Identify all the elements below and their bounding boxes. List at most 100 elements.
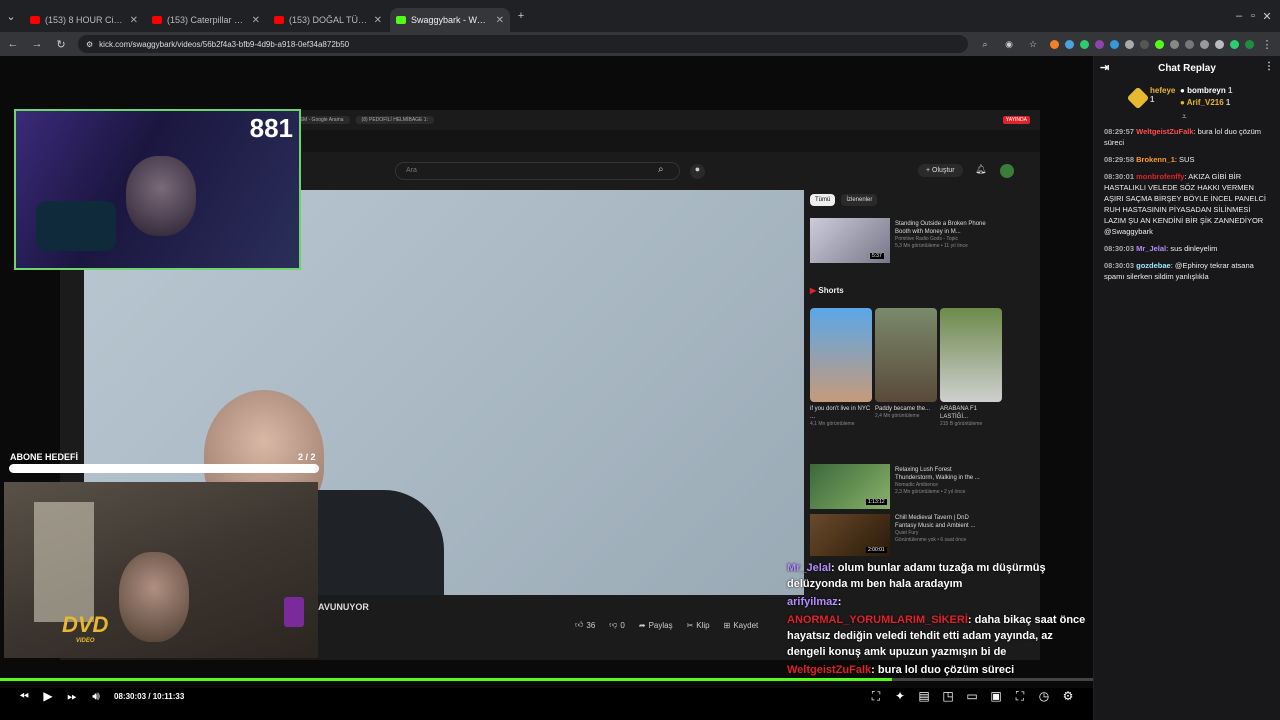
chat-message: 08:29:57 WeltgeistZuFalk: bura lol duo ç…	[1094, 124, 1280, 152]
chat-username[interactable]: Brokenn_1	[1136, 155, 1175, 164]
yt-chips: Tümü İzlenenler	[810, 194, 878, 206]
yt-search-placeholder: Ara	[406, 167, 417, 174]
crop-icon[interactable]: ⛶	[866, 686, 886, 706]
extension-icon[interactable]	[1110, 39, 1119, 49]
extension-icon[interactable]	[1095, 39, 1104, 49]
close-window-button[interactable]: ✕	[1260, 10, 1274, 23]
yt-search-input: Ara	[395, 162, 680, 180]
chat-message: 08:30:01 monbrofenffy: AKIZA GİBİ BİR HA…	[1094, 169, 1280, 241]
chat-username[interactable]: Mr_Jelal	[1136, 244, 1166, 253]
chat-username[interactable]: gozdebae	[1136, 261, 1171, 270]
extension-icon[interactable]	[1185, 39, 1194, 49]
browser-tab-3[interactable]: Swaggybark - Watch the VOD ✕	[390, 8, 510, 32]
yt-search-icon: ⌕	[658, 164, 664, 175]
chat-text: : sus dinleyelim	[1166, 244, 1218, 253]
rec-meta-2: Görüntülenme yok • 6 saat önce	[895, 537, 967, 543]
tab-close-icon[interactable]: ✕	[496, 15, 504, 26]
short-title-1: Paddy became the...	[875, 406, 931, 412]
chat-message: 08:30:03 Mr_Jelal: sus dinleyelim	[1094, 241, 1280, 258]
browser-tab-2[interactable]: (153) DOĞAL TÜRK KÖY SERPM ✕	[268, 8, 388, 32]
theater-icon[interactable]: ▭	[962, 686, 982, 706]
tab-search-icon[interactable]: ⌄	[4, 10, 18, 23]
zoom-icon[interactable]: ⌕	[978, 39, 992, 50]
thumbs-down-icon: 👎︎	[609, 620, 618, 629]
pip-icon[interactable]: ◳	[938, 686, 958, 706]
tab-close-icon[interactable]: ✕	[252, 15, 260, 26]
extension-icon[interactable]	[1170, 39, 1179, 49]
overlay-chat-user: WeltgeistZuFalk	[787, 664, 872, 676]
speed-icon[interactable]: ◷	[1034, 686, 1054, 706]
tab-close-icon[interactable]: ✕	[130, 15, 138, 26]
back-button[interactable]: ←	[6, 38, 20, 50]
shorts-heading: ▶ Shorts	[810, 286, 844, 295]
gifter-2: ● Arif_V216 1	[1180, 98, 1231, 107]
short-title-0: if you don't live in NYC ...	[810, 406, 871, 420]
save-icon: ⊞	[723, 620, 731, 630]
extension-icon[interactable]	[1065, 39, 1074, 49]
overlay-chat-line: arifyilmaz:	[787, 594, 1092, 610]
video-caption: AVUNUYOR	[318, 602, 369, 612]
tab-close-icon[interactable]: ✕	[374, 15, 382, 26]
rec-meta-0: 5,3 Mn görüntüleme • 11 yıl önce	[895, 243, 968, 249]
tab-favicon-icon	[274, 16, 284, 24]
overlay-chat-line: Mr_Jelal: olum bunlar adamı tuzağa mı dü…	[787, 560, 1092, 592]
browser-tab-1[interactable]: (153) Caterpillar 6015B Excavat ✕	[146, 8, 266, 32]
url-field[interactable]: ⚙ kick.com/swaggybark/videos/56b2f4a3-bf…	[78, 35, 968, 53]
reload-button[interactable]: ↻	[54, 38, 68, 51]
gifter-1-count: 1	[1227, 86, 1233, 95]
browser-menu-icon[interactable]: ⋮	[1260, 38, 1274, 51]
puzzle-icon[interactable]	[1215, 39, 1224, 49]
new-tab-button[interactable]: +	[514, 10, 528, 22]
rec-channel-1: Nomadic Ambience	[895, 482, 939, 488]
extension-icon[interactable]	[1230, 39, 1239, 49]
volume-icon[interactable]: 🔊︎	[86, 686, 106, 706]
rewind-icon[interactable]: ⏪︎	[14, 686, 34, 706]
captions-icon[interactable]: ▣	[986, 686, 1006, 706]
expand-gifters-icon[interactable]: ⩡	[1182, 112, 1187, 122]
chat-username[interactable]: monbrofenffy	[1136, 172, 1184, 181]
site-info-icon[interactable]: ⚙	[86, 40, 93, 49]
profile-avatar[interactable]	[1245, 39, 1254, 49]
extension-icon[interactable]	[1050, 39, 1059, 49]
browser-tab-0[interactable]: (153) 8 HOUR Cinematic Drone ✕	[24, 8, 144, 32]
shared-tabs: DSM - Google Arama (8) PEDOFİLİ HELMİBAG…	[290, 114, 1030, 126]
play-icon[interactable]: ▶	[38, 686, 58, 706]
sparkle-icon[interactable]: ✦	[890, 686, 910, 706]
tab-title: (153) DOĞAL TÜRK KÖY SERPM	[289, 15, 369, 25]
extension-icon[interactable]	[1155, 39, 1164, 49]
fullscreen-icon[interactable]: ⛶	[1010, 686, 1030, 706]
chapters-icon[interactable]: ▤	[914, 686, 934, 706]
like-button: 👍︎ 36	[575, 620, 595, 630]
bookmark-star-icon[interactable]: ☆	[1026, 39, 1040, 50]
fast-forward-icon[interactable]: ⏩︎	[62, 686, 82, 706]
clip-label: Klip	[696, 620, 710, 630]
chat-replay-panel: ⇥ Chat Replay ⋮ hefeye 1 ● bombreyn 1 ● A…	[1093, 56, 1280, 720]
settings-gear-icon[interactable]: ⚙	[1058, 686, 1078, 706]
extension-icon[interactable]	[1200, 39, 1209, 49]
sub-goal-label: ABONE HEDEFİ	[10, 452, 79, 462]
chat-timestamp: 08:30:01	[1104, 172, 1135, 181]
minimize-button[interactable]: –	[1232, 10, 1246, 22]
shorts-title: Shorts	[818, 286, 844, 295]
maximize-button[interactable]: ▫	[1246, 10, 1260, 22]
collapse-chat-icon[interactable]: ⇥	[1100, 61, 1109, 74]
forward-button[interactable]: →	[30, 38, 44, 50]
eye-icon[interactable]: ◉	[1002, 39, 1016, 50]
top-gifters: hefeye 1 ● bombreyn 1 ● Arif_V216 1 ⩡	[1094, 80, 1280, 124]
chat-message: 08:30:03 gozdebae: @Ephiroy tekrar atsan…	[1094, 258, 1280, 286]
chat-text: : AKIZA GİBİ BİR HASTALIKLI VELEDE SÖZ H…	[1104, 172, 1267, 236]
chat-timestamp: 08:29:58	[1104, 155, 1135, 164]
rec-dur-1: 1:13:12	[866, 499, 887, 505]
chat-header: ⇥ Chat Replay ⋮	[1094, 56, 1280, 80]
chat-menu-icon[interactable]: ⋮	[1264, 61, 1274, 72]
yt-bell-icon: 🔔︎	[975, 164, 987, 174]
extension-icon[interactable]	[1125, 39, 1134, 49]
chat-username[interactable]: WeltgeistZuFalk	[1136, 127, 1193, 136]
extension-icon[interactable]	[1080, 39, 1089, 49]
gifter-1: ● bombreyn 1	[1180, 86, 1233, 95]
yt-chip-all: Tümü	[810, 194, 836, 206]
tab-favicon-icon	[152, 16, 162, 24]
tab-title: Swaggybark - Watch the VOD	[411, 15, 491, 25]
extension-icon[interactable]	[1140, 39, 1149, 49]
dvd-logo-text: DVD	[62, 612, 109, 637]
